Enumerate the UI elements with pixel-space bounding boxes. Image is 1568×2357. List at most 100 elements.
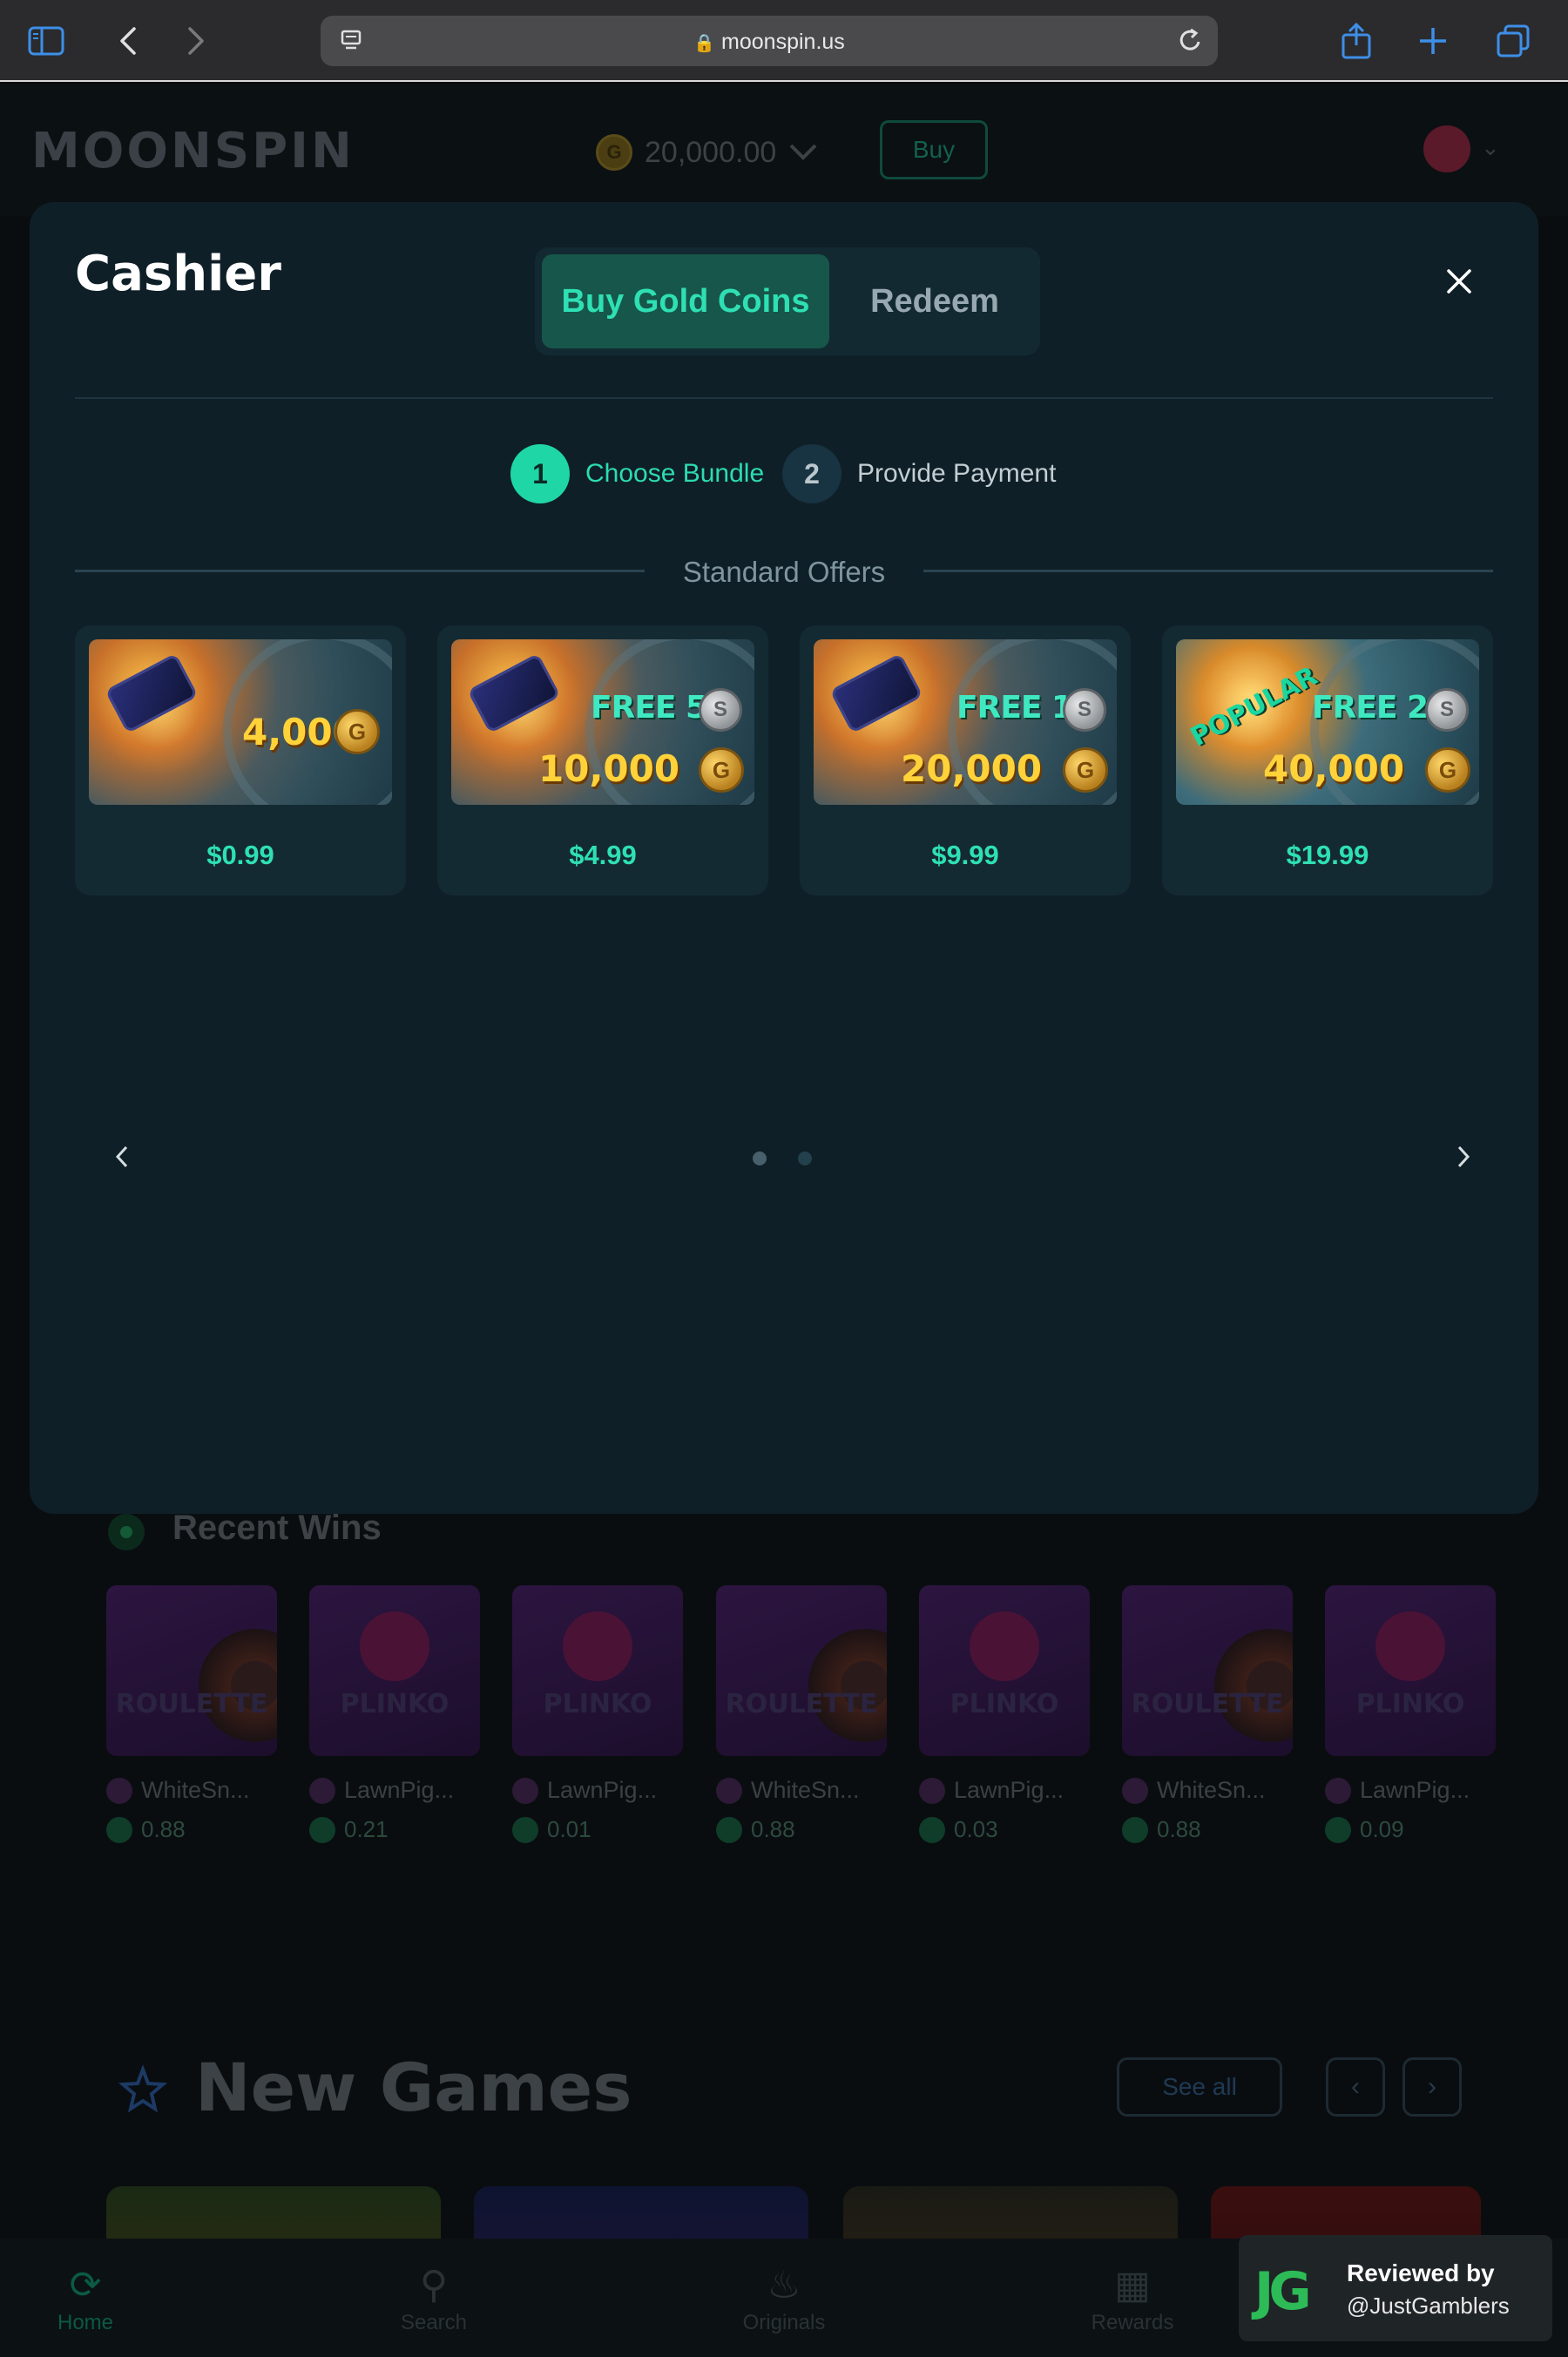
nav-label: Search: [400, 2311, 468, 2334]
step-choose-bundle: 1 Choose Bundle: [510, 444, 764, 503]
nav-label: Originals: [742, 2311, 826, 2334]
modal-title: Cashier: [75, 246, 281, 302]
recent-win-card[interactable]: PLINKO LawnPig... 0.21: [309, 1585, 480, 1843]
carousel-dot[interactable]: [753, 1151, 767, 1165]
chevron-left-icon[interactable]: ‹: [1326, 2057, 1385, 2117]
offer-image: 4,000 G: [89, 639, 392, 805]
sweeps-coin-icon: [716, 1816, 742, 1843]
offer-card[interactable]: FREE 10 S 20,000 G $9.99: [800, 625, 1131, 895]
sweeps-coin-icon: [1122, 1816, 1148, 1843]
balance-value: 20,000.00: [645, 135, 777, 169]
chevron-down-icon[interactable]: ⌄: [1481, 134, 1500, 161]
game-label: ROULETTE: [1131, 1689, 1284, 1719]
tabs-icon[interactable]: [1493, 21, 1533, 61]
step-label: Provide Payment: [857, 459, 1057, 488]
buy-button[interactable]: Buy: [880, 120, 988, 179]
chevron-left-icon[interactable]: [105, 1139, 139, 1174]
url-label: moonspin.us: [721, 30, 845, 54]
winner-label: WhiteSn...: [751, 1777, 860, 1803]
winner-name: WhiteSn...: [106, 1777, 277, 1804]
user-icon: [106, 1777, 132, 1804]
lock-icon: 🔒: [693, 34, 716, 53]
divider: [75, 397, 1493, 399]
browser-toolbar: 🔒 moonspin.us: [0, 0, 1568, 82]
star-icon: [110, 2057, 176, 2124]
amount-label: 0.21: [344, 1816, 389, 1842]
cashier-tabs: Buy Gold Coins Redeem: [535, 247, 1040, 355]
reload-icon[interactable]: [1176, 26, 1204, 60]
carousel-dot[interactable]: [798, 1151, 812, 1165]
game-thumbnail: ROULETTE: [1122, 1585, 1293, 1756]
justgamblers-logo: JG: [1254, 2261, 1312, 2322]
recent-win-card[interactable]: ROULETTE WhiteSn... 0.88: [106, 1585, 277, 1843]
game-label: ROULETTE: [725, 1689, 878, 1719]
offer-card[interactable]: FREE 5 S 10,000 G $4.99: [437, 625, 768, 895]
nav-home[interactable]: ⟳ Home: [24, 2263, 146, 2335]
recent-win-card[interactable]: PLINKO LawnPig... 0.09: [1325, 1585, 1496, 1843]
win-amount: 0.03: [919, 1816, 1090, 1843]
game-thumbnail: PLINKO: [309, 1585, 480, 1756]
nav-search[interactable]: ⚲ Search: [373, 2263, 495, 2335]
section-label: Standard Offers: [682, 556, 886, 588]
sweeps-coin-icon: [309, 1816, 335, 1843]
sidebar-icon[interactable]: [26, 21, 66, 61]
recent-win-card[interactable]: PLINKO LawnPig... 0.01: [512, 1585, 683, 1843]
offer-price: $9.99: [931, 840, 999, 870]
balance-selector[interactable]: G 20,000.00: [596, 134, 818, 171]
avatar[interactable]: [1423, 125, 1470, 172]
nav-originals[interactable]: ♨ Originals: [723, 2263, 845, 2335]
winner-label: WhiteSn...: [141, 1777, 250, 1803]
step-number: 2: [782, 444, 841, 503]
see-all-button[interactable]: See all: [1117, 2057, 1282, 2117]
tab-buy-gold-coins[interactable]: Buy Gold Coins: [542, 254, 829, 348]
winner-name: LawnPig...: [1325, 1777, 1496, 1804]
win-amount: 0.88: [716, 1816, 887, 1843]
chevron-right-icon[interactable]: [1446, 1139, 1481, 1174]
win-amount: 0.88: [106, 1816, 277, 1843]
winner-label: WhiteSn...: [1157, 1777, 1266, 1803]
new-tab-icon[interactable]: [1413, 21, 1453, 61]
game-thumbnail: PLINKO: [919, 1585, 1090, 1756]
user-icon: [1122, 1777, 1148, 1804]
flame-icon: ♨: [767, 2264, 801, 2306]
nav-rewards[interactable]: ▦ Rewards: [1071, 2263, 1193, 2335]
sweeps-coin-icon: [512, 1816, 538, 1843]
win-amount: 0.88: [1122, 1816, 1293, 1843]
back-icon[interactable]: [108, 21, 148, 61]
address-bar[interactable]: 🔒 moonspin.us: [321, 16, 1218, 66]
new-games-title: New Games: [195, 2049, 632, 2126]
recent-win-card[interactable]: PLINKO LawnPig... 0.03: [919, 1585, 1090, 1843]
chevron-right-icon[interactable]: ›: [1402, 2057, 1462, 2117]
sweeps-coin-icon: S: [1425, 688, 1469, 732]
user-icon: [716, 1777, 742, 1804]
forward-icon[interactable]: [176, 21, 216, 61]
live-dot-icon: [108, 1514, 145, 1550]
sweeps-coin-icon: [106, 1816, 132, 1843]
nav-label: Home: [57, 2311, 114, 2334]
gold-coin-icon: G: [1425, 747, 1470, 793]
offer-card[interactable]: POPULAR FREE 20 S 40,000 G $19.99: [1162, 625, 1493, 895]
step-label: Choose Bundle: [585, 459, 765, 488]
amount-label: 0.88: [1157, 1816, 1201, 1842]
share-icon[interactable]: [1336, 21, 1376, 61]
recent-win-card[interactable]: ROULETTE WhiteSn... 0.88: [1122, 1585, 1293, 1843]
winner-label: LawnPig...: [344, 1777, 455, 1803]
close-icon[interactable]: [1432, 254, 1486, 308]
site-logo[interactable]: MOONSPIN: [31, 123, 355, 179]
recent-win-card[interactable]: ROULETTE WhiteSn... 0.88: [716, 1585, 887, 1843]
offer-coins: 10,000: [538, 747, 680, 790]
user-icon: [512, 1777, 538, 1804]
offer-price: $19.99: [1286, 840, 1369, 870]
amount-label: 0.88: [141, 1816, 186, 1842]
tab-redeem[interactable]: Redeem: [836, 254, 1033, 348]
gold-coin-icon: G: [699, 747, 744, 793]
winner-label: LawnPig...: [547, 1777, 658, 1803]
offer-coins: 40,000: [1263, 747, 1405, 790]
offer-card[interactable]: 4,000 G $0.99: [75, 625, 406, 895]
winner-label: LawnPig...: [954, 1777, 1064, 1803]
win-amount: 0.09: [1325, 1816, 1496, 1843]
winner-name: WhiteSn...: [1122, 1777, 1293, 1804]
win-amount: 0.21: [309, 1816, 480, 1843]
cashier-modal: Cashier Buy Gold Coins Redeem 1 Choose B…: [30, 202, 1538, 1514]
offer-price: $0.99: [206, 840, 274, 870]
